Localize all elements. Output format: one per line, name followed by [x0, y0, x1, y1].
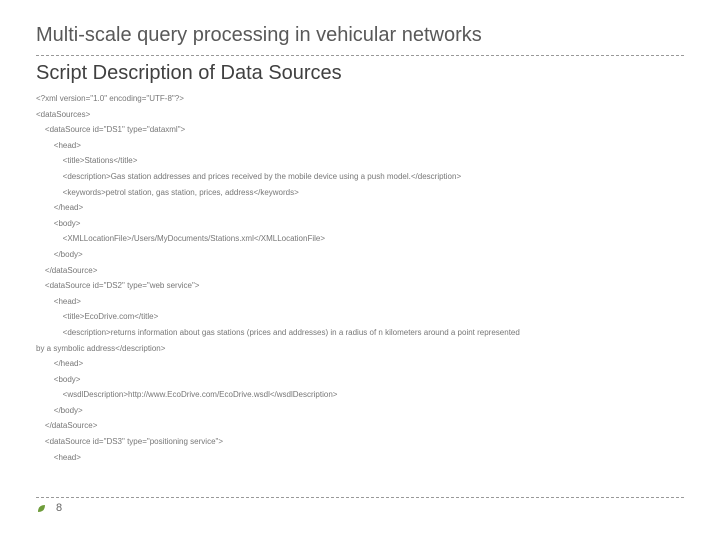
divider-bottom	[36, 497, 684, 498]
divider-top	[36, 55, 684, 56]
code-line: <head>	[36, 450, 684, 466]
code-line: <wsdlDescription>http://www.EcoDrive.com…	[36, 387, 684, 403]
code-line: <XMLLocationFile>/Users/MyDocuments/Stat…	[36, 231, 684, 247]
main-title: Multi-scale query processing in vehicula…	[36, 24, 684, 53]
code-line: </head>	[36, 356, 684, 372]
code-line: <description>Gas station addresses and p…	[36, 169, 684, 185]
code-line: <dataSources>	[36, 107, 684, 123]
code-line: <dataSource id="DS1" type="dataxml">	[36, 122, 684, 138]
code-line: </body>	[36, 247, 684, 263]
code-line: </dataSource>	[36, 263, 684, 279]
code-line: </head>	[36, 200, 684, 216]
code-line: </body>	[36, 403, 684, 419]
code-line: <keywords>petrol station, gas station, p…	[36, 185, 684, 201]
code-line: <description>returns information about g…	[36, 325, 684, 341]
code-line: <head>	[36, 138, 684, 154]
code-line: <head>	[36, 294, 684, 310]
code-line: <body>	[36, 372, 684, 388]
xml-code-block: <?xml version="1.0" encoding="UTF-8"?> <…	[36, 91, 684, 465]
code-line: <dataSource id="DS2" type="web service">	[36, 278, 684, 294]
footer: 8	[36, 497, 684, 514]
code-line: <body>	[36, 216, 684, 232]
code-line: by a symbolic address</description>	[36, 341, 684, 357]
page-number: 8	[56, 502, 62, 514]
leaf-icon	[36, 502, 48, 514]
sub-title: Script Description of Data Sources	[36, 62, 684, 85]
code-line: <?xml version="1.0" encoding="UTF-8"?>	[36, 91, 684, 107]
code-line: <title>EcoDrive.com</title>	[36, 309, 684, 325]
code-line: <title>Stations</title>	[36, 153, 684, 169]
code-line: </dataSource>	[36, 418, 684, 434]
code-line: <dataSource id="DS3" type="positioning s…	[36, 434, 684, 450]
